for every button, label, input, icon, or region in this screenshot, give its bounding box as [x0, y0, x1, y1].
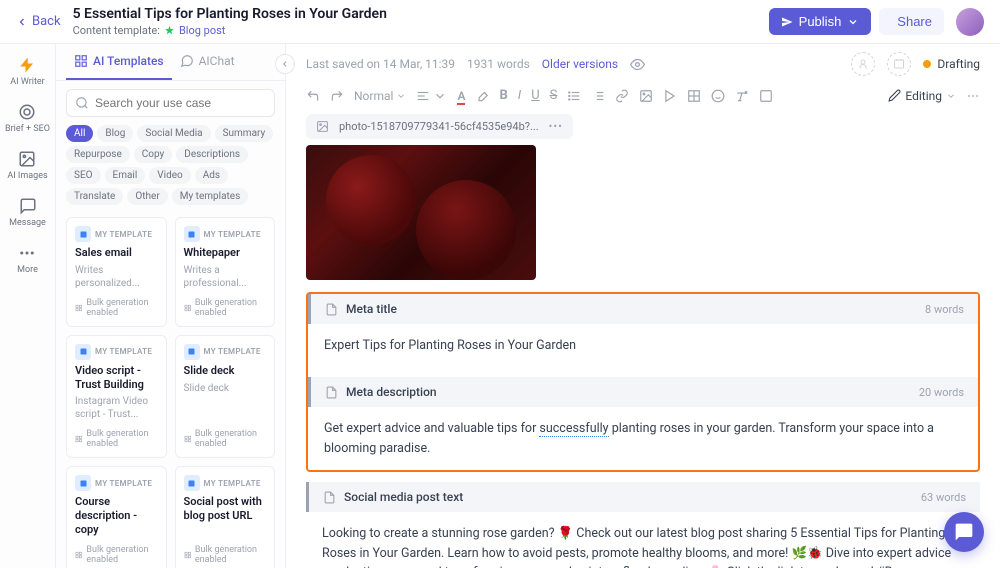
- chevron-left-icon: [280, 59, 290, 69]
- filter-chip[interactable]: Summary: [215, 125, 274, 142]
- highlight-button[interactable]: [475, 89, 489, 103]
- doc-icon: [325, 386, 338, 399]
- meta-title-header[interactable]: Meta title 8 words: [308, 294, 978, 324]
- eye-icon[interactable]: [630, 57, 645, 72]
- align-button[interactable]: [416, 89, 447, 103]
- more-toolbar-button[interactable]: [966, 89, 980, 103]
- back-label: Back: [32, 14, 61, 29]
- target-icon: [18, 103, 36, 121]
- undo-button[interactable]: [306, 89, 320, 103]
- template-card[interactable]: MY TEMPLATE Course description - copy Bu…: [66, 466, 167, 568]
- image-icon: [316, 120, 329, 133]
- social-post-header[interactable]: Social media post text 63 words: [306, 482, 980, 512]
- template-icon: [164, 25, 175, 36]
- meta-description-body[interactable]: Get expert advice and valuable tips for …: [308, 407, 978, 470]
- filter-chip[interactable]: All: [66, 125, 93, 142]
- indent-button[interactable]: [759, 89, 773, 103]
- add-collaborator-button[interactable]: [851, 52, 875, 76]
- filter-chip[interactable]: My templates: [172, 188, 249, 205]
- chevron-left-icon: [16, 16, 28, 28]
- filter-chip[interactable]: Video: [149, 167, 190, 184]
- template-card[interactable]: MY TEMPLATE Social post with blog post U…: [175, 466, 276, 568]
- template-card[interactable]: MY TEMPLATE Video script - Trust Buildin…: [66, 335, 167, 459]
- back-button[interactable]: Back: [16, 14, 61, 29]
- italic-button[interactable]: I: [518, 88, 521, 103]
- highlighted-meta-sections: Meta title 8 words Expert Tips for Plant…: [306, 292, 980, 472]
- template-card[interactable]: MY TEMPLATE Slide deck Slide deck Bulk g…: [175, 335, 276, 459]
- rail-message[interactable]: Message: [9, 197, 46, 228]
- image-icon: [18, 150, 36, 168]
- intercom-chat-button[interactable]: [944, 512, 984, 552]
- emoji-button[interactable]: [711, 89, 725, 103]
- older-versions-link[interactable]: Older versions: [542, 57, 618, 71]
- meta-description-header[interactable]: Meta description 20 words: [308, 377, 978, 407]
- tab-aichat[interactable]: AIChat: [172, 44, 243, 80]
- bullet-list-button[interactable]: [567, 89, 581, 103]
- strikethrough-button[interactable]: S: [550, 88, 558, 103]
- paragraph-style-select[interactable]: Normal: [354, 89, 406, 103]
- doc-icon: [325, 303, 338, 316]
- publish-button[interactable]: Publish: [769, 8, 872, 35]
- filter-chip[interactable]: Email: [105, 167, 146, 184]
- table-button[interactable]: [687, 89, 701, 103]
- filter-chip[interactable]: Translate: [66, 188, 123, 205]
- chevron-down-icon: [847, 16, 859, 28]
- filter-chip[interactable]: Other: [127, 188, 167, 205]
- avatar[interactable]: [956, 8, 984, 36]
- rail-more[interactable]: More: [17, 244, 38, 275]
- page-title: 5 Essential Tips for Planting Roses in Y…: [73, 6, 387, 23]
- hero-image[interactable]: [306, 145, 536, 280]
- filter-chip[interactable]: Ads: [195, 167, 228, 184]
- tab-ai-templates[interactable]: AI Templates: [66, 44, 172, 80]
- bolt-icon: [18, 56, 36, 74]
- template-card[interactable]: MY TEMPLATE Whitepaper Writes a professi…: [175, 217, 276, 327]
- template-card[interactable]: MY TEMPLATE Sales email Writes personali…: [66, 217, 167, 327]
- image-filename-chip[interactable]: photo-1518709779341-56cf4535e94b?... •••: [306, 114, 573, 139]
- filter-chip[interactable]: Copy: [134, 146, 173, 163]
- content-template-line: Content template: Blog post: [73, 24, 387, 37]
- filter-chip[interactable]: Blog: [97, 125, 133, 142]
- publish-icon: [781, 16, 793, 28]
- clear-format-button[interactable]: [735, 89, 749, 103]
- search-input[interactable]: [66, 89, 275, 117]
- text-color-button[interactable]: A: [457, 89, 465, 103]
- filter-chip[interactable]: Descriptions: [176, 146, 248, 163]
- dots-icon: [18, 244, 36, 262]
- editing-mode-select[interactable]: Editing: [888, 89, 956, 103]
- rail-ai-writer[interactable]: AI Writer: [10, 56, 44, 87]
- grid-icon: [74, 54, 88, 68]
- status-chip[interactable]: Drafting: [923, 57, 980, 71]
- pencil-icon: [888, 89, 901, 102]
- last-saved: Last saved on 14 Mar, 11:39: [306, 57, 455, 71]
- word-count: 1931 words: [467, 57, 530, 71]
- redo-button[interactable]: [330, 89, 344, 103]
- add-assignee-button[interactable]: [887, 52, 911, 76]
- image-button[interactable]: [639, 89, 653, 103]
- content-template-link[interactable]: Blog post: [179, 24, 225, 37]
- message-icon: [19, 197, 37, 215]
- video-button[interactable]: [663, 89, 677, 103]
- rail-brief-seo[interactable]: Brief + SEO: [5, 103, 50, 134]
- numbered-list-button[interactable]: [591, 89, 605, 103]
- meta-title-body[interactable]: Expert Tips for Planting Roses in Your G…: [308, 324, 978, 367]
- filter-chip[interactable]: Social Media: [137, 125, 210, 142]
- social-post-body[interactable]: Looking to create a stunning rose garden…: [306, 512, 980, 568]
- doc-icon: [323, 491, 336, 504]
- chat-icon: [180, 54, 194, 68]
- rail-ai-images[interactable]: AI Images: [7, 150, 47, 181]
- share-button[interactable]: Share: [879, 8, 944, 35]
- bold-button[interactable]: B: [499, 88, 507, 103]
- filter-chip[interactable]: SEO: [66, 167, 101, 184]
- underline-button[interactable]: U: [531, 88, 539, 103]
- filter-chip[interactable]: Repurpose: [66, 146, 130, 163]
- collapse-panel-button[interactable]: [275, 54, 295, 74]
- chat-icon: [954, 522, 974, 542]
- image-menu-button[interactable]: •••: [549, 120, 563, 133]
- status-dot-icon: [923, 60, 931, 68]
- link-button[interactable]: [615, 89, 629, 103]
